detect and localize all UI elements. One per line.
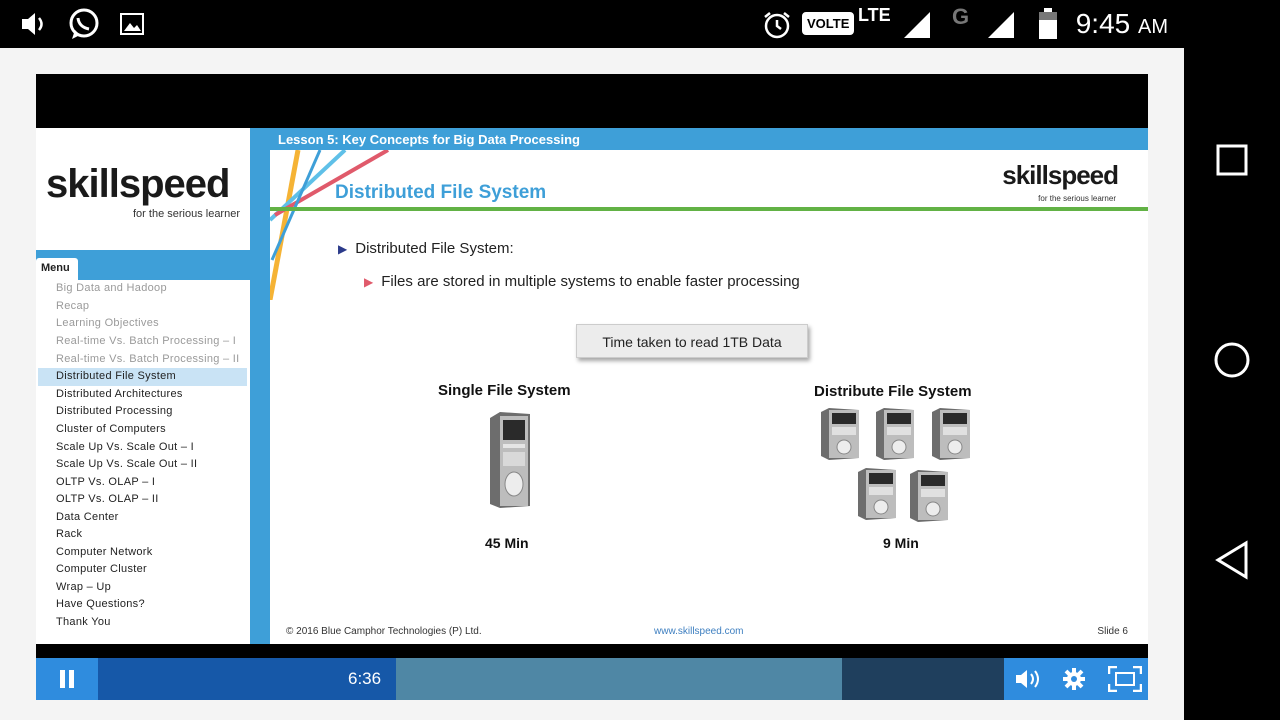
bullet-primary: ▶ Distributed File System: (338, 240, 514, 257)
status-bar: VOLTE LTE G 9:45 AM (0, 0, 1280, 48)
pause-button[interactable] (36, 658, 98, 700)
menu-item[interactable]: Have Questions? (56, 598, 145, 610)
clock-time: 9:45 (1075, 8, 1131, 39)
time-taken-box: Time taken to read 1TB Data (576, 324, 808, 358)
home-icon[interactable] (1212, 340, 1252, 380)
footer-slide-number: Slide 6 (1097, 626, 1128, 637)
menu-item[interactable]: Distributed Processing (56, 405, 173, 417)
menu-item[interactable]: Big Data and Hadoop (56, 282, 167, 294)
bullet-primary-text: Distributed File System: (355, 240, 514, 257)
footer-copyright: © 2016 Blue Camphor Technologies (P) Ltd… (286, 626, 482, 637)
server-tower-icon (910, 470, 948, 522)
logo-box: skillspeed for the serious learner (36, 128, 250, 250)
slide-logo-tagline: for the serious learner (1038, 194, 1116, 203)
menu-item[interactable]: OLTP Vs. OLAP – II (56, 493, 159, 505)
volume-icon[interactable] (1014, 668, 1044, 690)
menu-item[interactable]: Wrap – Up (56, 581, 111, 593)
menu-list: Big Data and Hadoop Recap Learning Objec… (36, 280, 250, 644)
settings-gear-icon[interactable] (1062, 667, 1086, 691)
right-controls (1004, 658, 1148, 700)
menu-item[interactable]: Rack (56, 528, 82, 540)
menu-item[interactable]: Thank You (56, 616, 111, 628)
logo: skillspeed (46, 162, 230, 206)
slide-wrapper: skillspeed for the serious learner Menu … (36, 128, 1148, 644)
menu-item[interactable]: Recap (56, 300, 89, 312)
menu-item[interactable]: Data Center (56, 511, 119, 523)
volte-badge: VOLTE (802, 12, 855, 35)
slide-content: Distributed File System skillspeed for t… (270, 150, 1148, 644)
signal-icon (904, 12, 930, 38)
bullet-secondary-text: Files are stored in multiple systems to … (381, 273, 800, 290)
menu-item-current[interactable]: Distributed File System (56, 370, 176, 382)
player-controls: 6:36 (36, 658, 1148, 700)
lte-label: LTE (858, 5, 891, 25)
bullet-arrow-icon: ▶ (364, 275, 374, 289)
current-time: 6:36 (348, 669, 382, 688)
fullscreen-icon[interactable] (1108, 666, 1142, 692)
server-tower-icon (490, 412, 530, 508)
signal-icon-2 (988, 12, 1014, 38)
menu-item[interactable]: Computer Cluster (56, 563, 147, 575)
bullet-arrow-icon: ▶ (338, 242, 348, 256)
menu-item[interactable]: Real-time Vs. Batch Processing – I (56, 335, 236, 347)
server-tower-icon (821, 408, 859, 460)
left-panel: skillspeed for the serious learner Menu … (36, 128, 250, 644)
clock: 9:45 AM (1076, 8, 1168, 40)
menu-item[interactable]: Real-time Vs. Batch Processing – II (56, 353, 240, 365)
whatsapp-icon (69, 8, 99, 39)
menu-tab[interactable]: Menu (36, 258, 78, 280)
recents-icon[interactable] (1216, 144, 1248, 176)
android-nav-bar (1184, 48, 1280, 720)
back-icon[interactable] (1214, 540, 1250, 580)
slide-title: Distributed File System (335, 182, 547, 203)
alarm-icon (764, 12, 790, 39)
battery-icon (1039, 8, 1057, 39)
server-tower-icon (932, 408, 970, 460)
lesson-title-bar: Lesson 5: Key Concepts for Big Data Proc… (270, 128, 1148, 150)
bullet-secondary: ▶ Files are stored in multiple systems to… (364, 273, 800, 290)
second-sim-label: G (952, 4, 970, 29)
single-fs-title: Single File System (438, 382, 571, 399)
gallery-icon (120, 13, 144, 35)
distributed-fs-title: Distribute File System (814, 383, 972, 400)
single-fs-time: 45 Min (485, 535, 529, 551)
server-tower-icon (876, 408, 914, 460)
menu-item[interactable]: Cluster of Computers (56, 423, 166, 435)
menu-item[interactable]: Scale Up Vs. Scale Out – II (56, 458, 197, 470)
distributed-fs-time: 9 Min (883, 535, 919, 551)
volume-icon (22, 13, 43, 35)
progress-buffered[interactable] (396, 658, 842, 700)
menu-item[interactable]: Scale Up Vs. Scale Out – I (56, 441, 194, 453)
menu-item[interactable]: Distributed Architectures (56, 388, 183, 400)
menu-item[interactable]: Computer Network (56, 546, 153, 558)
menu-item[interactable]: Learning Objectives (56, 317, 159, 329)
footer-url[interactable]: www.skillspeed.com (654, 626, 743, 637)
title-divider (270, 207, 1148, 211)
clock-ampm: AM (1138, 16, 1168, 38)
video-player: skillspeed for the serious learner Menu … (36, 74, 1148, 700)
slide-logo: skillspeed (1002, 160, 1119, 190)
menu-item[interactable]: OLTP Vs. OLAP – I (56, 476, 155, 488)
pause-icon (60, 670, 74, 688)
logo-tagline: for the serious learner (133, 208, 240, 220)
server-tower-icon (858, 468, 896, 520)
